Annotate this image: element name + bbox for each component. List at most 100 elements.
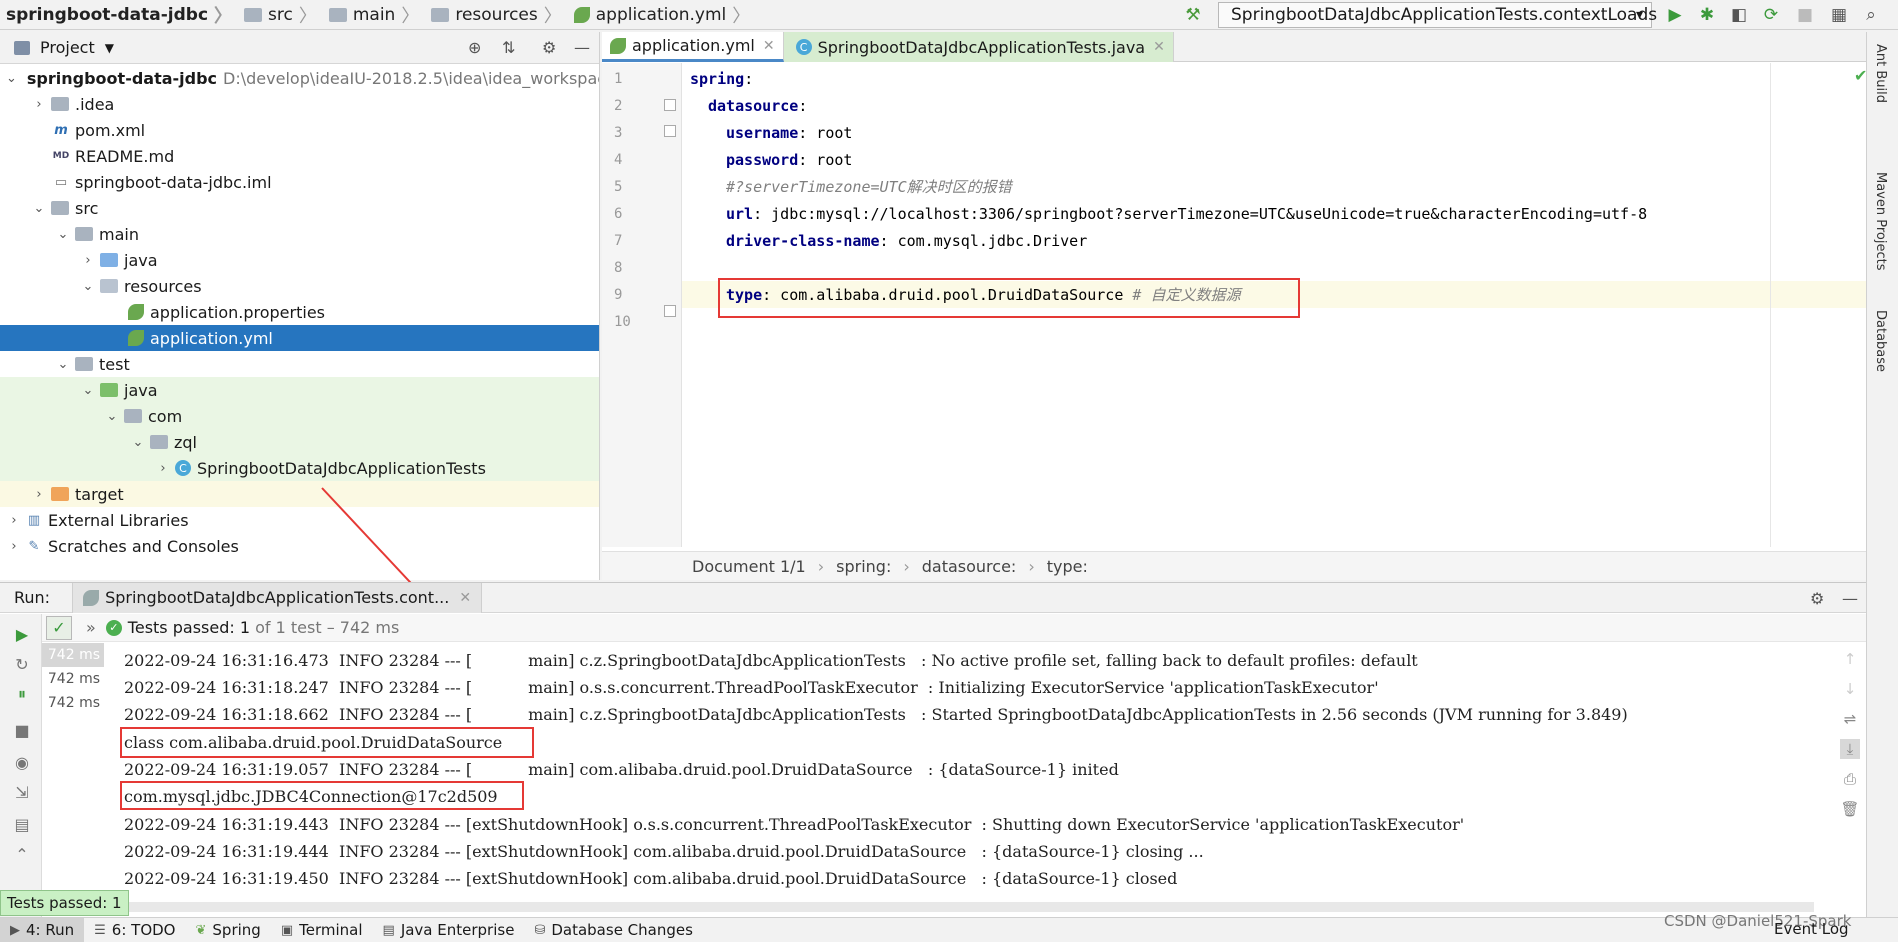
tree-item-idea[interactable]: › .idea xyxy=(0,91,599,117)
tool-run[interactable]: ▶ 4: Run xyxy=(0,917,85,942)
tree-item-pom[interactable]: m pom.xml xyxy=(0,117,599,143)
trash-icon[interactable]: 🗑 xyxy=(1840,799,1860,819)
breadcrumb-project[interactable]: springboot-data-jdbc 〉 xyxy=(0,0,238,30)
horizontal-scrollbar[interactable] xyxy=(124,902,1814,912)
expand-icon[interactable]: » xyxy=(86,618,96,637)
import-icon[interactable]: ⇲ xyxy=(12,782,32,802)
debug-icon[interactable]: ✱ xyxy=(1696,4,1718,26)
fold-icon[interactable] xyxy=(664,125,676,137)
minimize-icon[interactable]: — xyxy=(1842,589,1858,608)
breadcrumb-application-yml[interactable]: application.yml 〉 xyxy=(568,0,757,30)
camera-icon[interactable]: ◉ xyxy=(12,752,32,772)
tool-spring[interactable]: ❦ Spring xyxy=(186,918,271,942)
tool-java-enterprise[interactable]: ▤ Java Enterprise xyxy=(373,918,525,942)
tool-database-changes[interactable]: ⛁ Database Changes xyxy=(524,918,703,942)
chevron-down-icon[interactable]: ▼ xyxy=(105,41,114,55)
fold-icon[interactable] xyxy=(664,305,676,317)
chevron-right-icon[interactable]: › xyxy=(31,487,47,502)
tree-item-main-java[interactable]: › java xyxy=(0,247,599,273)
show-passed-toggle[interactable]: ✓ xyxy=(46,615,72,640)
tree-item-project-root[interactable]: ⌄ springboot-data-jdbc D:\develop\ideaIU… xyxy=(0,65,599,91)
code-line-4[interactable]: password: root xyxy=(726,146,852,173)
tab-database[interactable]: Database xyxy=(1873,310,1888,372)
tree-item-main[interactable]: ⌄ main xyxy=(0,221,599,247)
chevron-right-icon[interactable]: › xyxy=(6,539,22,554)
chevron-down-icon[interactable]: ⌄ xyxy=(104,409,120,424)
scroll-to-end-icon[interactable]: ⤓ xyxy=(1840,739,1860,759)
tree-item-iml[interactable]: ▭ springboot-data-jdbc.iml xyxy=(0,169,599,195)
breadcrumb-src[interactable]: src 〉 xyxy=(238,0,323,30)
close-icon[interactable]: ✕ xyxy=(459,590,471,606)
code-line-3[interactable]: username: root xyxy=(726,119,852,146)
tab-maven-projects[interactable]: Maven Projects xyxy=(1873,172,1888,271)
toggle-auto-test-icon[interactable]: ⏸ xyxy=(12,684,32,704)
tab-test-class[interactable]: C SpringbootDataJdbcApplicationTests.jav… xyxy=(783,32,1174,62)
locate-file-icon[interactable]: ⊕ xyxy=(468,38,481,57)
tree-item-zql[interactable]: ⌄ zql xyxy=(0,429,599,455)
breadcrumb-main[interactable]: main 〉 xyxy=(323,0,425,30)
print-icon[interactable]: ⎙ xyxy=(1840,769,1860,789)
tree-item-scratches[interactable]: › ✎ Scratches and Consoles xyxy=(0,533,599,559)
soft-wrap-icon[interactable]: ⇌ xyxy=(1840,709,1860,729)
tree-item-test-java[interactable]: ⌄ java xyxy=(0,377,599,403)
tree-item-com[interactable]: ⌄ com xyxy=(0,403,599,429)
tree-item-resources[interactable]: ⌄ resources xyxy=(0,273,599,299)
breadcrumb-datasource[interactable]: datasource: xyxy=(922,557,1017,576)
tree-item-application-properties[interactable]: application.properties xyxy=(0,299,599,325)
chevron-down-icon[interactable]: ⌄ xyxy=(130,435,146,450)
chevron-down-icon[interactable]: ⌄ xyxy=(55,227,71,242)
gear-icon[interactable]: ⚙ xyxy=(542,38,556,57)
fold-icon[interactable] xyxy=(664,99,676,111)
run-icon[interactable]: ▶ xyxy=(1664,4,1686,26)
stop-icon[interactable]: ■ xyxy=(1794,4,1816,26)
chevron-down-icon[interactable]: ⌄ xyxy=(80,383,96,398)
tab-application-yml[interactable]: application.yml ✕ xyxy=(602,32,784,62)
coverage-icon[interactable]: ◧ xyxy=(1728,4,1750,26)
tree-item-test[interactable]: ⌄ test xyxy=(0,351,599,377)
minimize-icon[interactable]: — xyxy=(574,38,590,57)
tree-item-src[interactable]: ⌄ src xyxy=(0,195,599,221)
test-duration[interactable]: 742 ms xyxy=(42,691,104,715)
test-duration[interactable]: 742 ms xyxy=(42,643,104,667)
run-configuration-select[interactable]: SpringbootDataJdbcApplicationTests.conte… xyxy=(1218,2,1657,28)
tree-item-target[interactable]: › target xyxy=(0,481,599,507)
breadcrumb-spring[interactable]: spring: xyxy=(836,557,891,576)
tool-terminal[interactable]: ▣ Terminal xyxy=(271,918,373,942)
run-tab[interactable]: SpringbootDataJdbcApplicationTests.cont.… xyxy=(72,582,483,613)
chevron-down-icon[interactable]: ⌄ xyxy=(6,71,17,86)
test-duration[interactable]: 742 ms xyxy=(42,667,104,691)
stop-icon[interactable]: ■ xyxy=(12,720,32,740)
arrow-down-icon[interactable]: ↓ xyxy=(1840,679,1860,699)
search-everywhere-icon[interactable]: ⌕ xyxy=(1860,4,1882,26)
chevron-right-icon[interactable]: › xyxy=(6,513,22,528)
breadcrumb-resources[interactable]: resources 〉 xyxy=(425,0,567,30)
breadcrumb-type[interactable]: type: xyxy=(1047,557,1088,576)
chevron-right-icon[interactable]: › xyxy=(31,97,47,112)
tab-ant-build[interactable]: Ant Build xyxy=(1873,44,1888,103)
code-line-1[interactable]: spring: xyxy=(690,65,753,92)
tree-item-test-class[interactable]: › C SpringbootDataJdbcApplicationTests xyxy=(0,455,599,481)
rerun-icon[interactable]: ▶ xyxy=(12,624,32,644)
layout-icon[interactable]: ▤ xyxy=(12,814,32,834)
pin-icon[interactable]: ⌃ xyxy=(12,844,32,864)
project-view-select[interactable]: Project xyxy=(40,38,95,57)
close-icon[interactable]: ✕ xyxy=(1153,39,1165,55)
tree-item-application-yml[interactable]: application.yml xyxy=(0,325,599,351)
code-line-2[interactable]: datasource: xyxy=(708,92,807,119)
close-icon[interactable]: ✕ xyxy=(763,38,775,54)
chevron-right-icon[interactable]: › xyxy=(155,461,171,476)
tree-item-external-libraries[interactable]: › ▥ External Libraries xyxy=(0,507,599,533)
profile-icon[interactable]: ⟳ xyxy=(1760,4,1782,26)
chevron-right-icon[interactable]: › xyxy=(80,253,96,268)
gear-icon[interactable]: ⚙ xyxy=(1810,589,1824,608)
console-output[interactable]: 2022-09-24 16:31:16.473 INFO 23284 --- [… xyxy=(108,643,1828,888)
chevron-down-icon[interactable]: ⌄ xyxy=(55,357,71,372)
arrow-up-icon[interactable]: ↑ xyxy=(1840,649,1860,669)
code-line-5[interactable]: #?serverTimezone=UTC解决时区的报错 xyxy=(726,173,1012,200)
code-line-6[interactable]: url: jdbc:mysql://localhost:3306/springb… xyxy=(726,200,1647,227)
tool-event-log[interactable]: Event Log xyxy=(1774,920,1849,938)
project-structure-icon[interactable]: ▦ xyxy=(1828,4,1850,26)
rerun-failed-icon[interactable]: ↻ xyxy=(12,654,32,674)
chevron-down-icon[interactable]: ⌄ xyxy=(31,201,47,216)
chevron-down-icon[interactable]: ⌄ xyxy=(80,279,96,294)
